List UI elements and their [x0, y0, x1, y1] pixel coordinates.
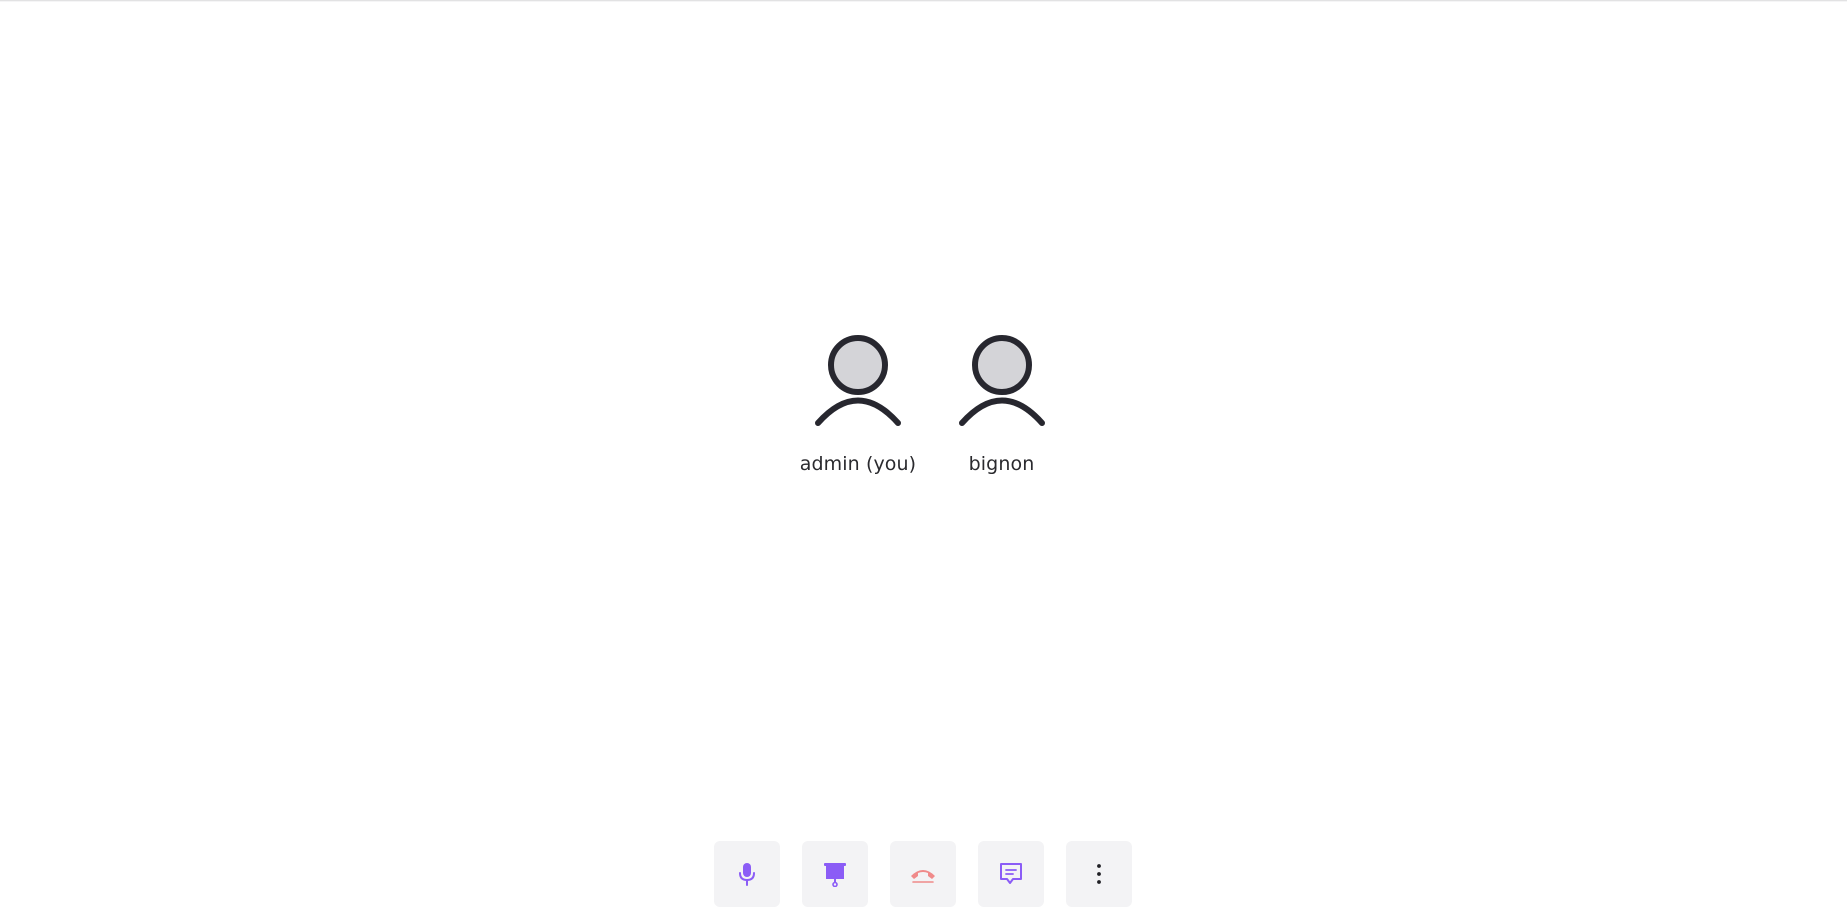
participant-tile: admin (you) — [798, 333, 918, 475]
phone-hangup-icon — [909, 864, 937, 884]
chat-button[interactable] — [978, 841, 1044, 907]
presentation-button[interactable] — [802, 841, 868, 907]
chat-icon — [998, 861, 1024, 887]
participant-tile: bignon — [954, 333, 1049, 475]
user-icon — [954, 333, 1050, 429]
hang-up-button[interactable] — [890, 841, 956, 907]
participant-name: admin (you) — [799, 453, 917, 475]
participant-name: bignon — [968, 453, 1035, 475]
microphone-icon — [735, 862, 759, 886]
user-icon — [810, 333, 906, 429]
participant-list: admin (you) bignon — [0, 333, 1847, 475]
call-toolbar — [714, 841, 1132, 907]
call-stage: admin (you) bignon — [0, 0, 1847, 918]
presentation-icon — [822, 861, 848, 887]
more-options-button[interactable] — [1066, 841, 1132, 907]
microphone-button[interactable] — [714, 841, 780, 907]
more-vertical-icon — [1095, 863, 1103, 885]
